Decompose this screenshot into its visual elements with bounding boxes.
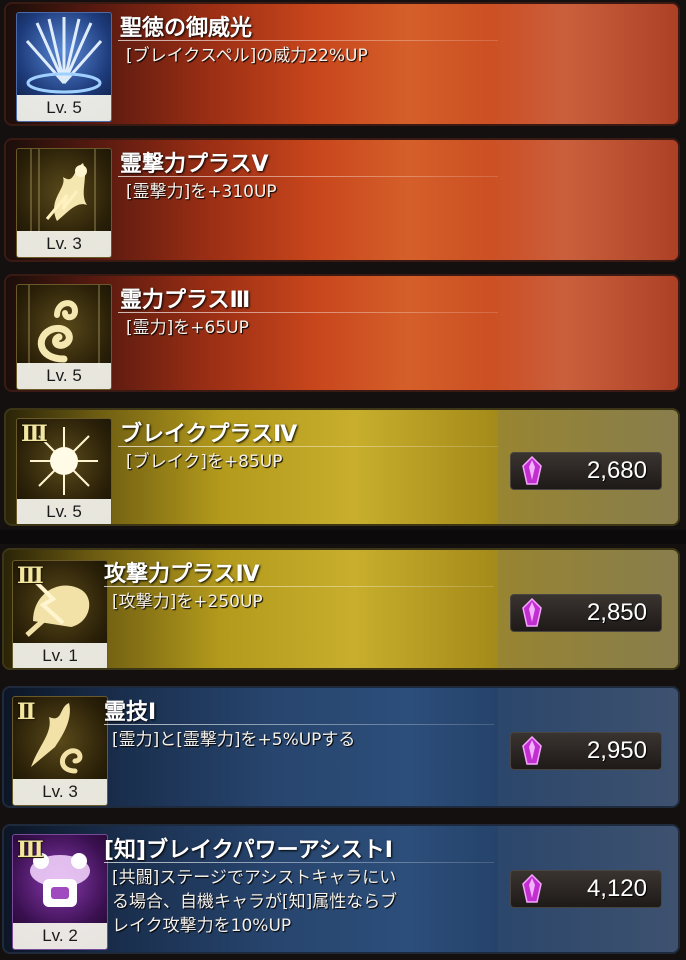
- cost-value: 2,680: [586, 457, 647, 484]
- cost-button[interactable]: 2,850: [510, 594, 662, 632]
- description-line: る場合、自機キャラが[知]属性ならブ: [112, 892, 398, 912]
- description-line: [攻撃力]を+250UP: [112, 592, 263, 612]
- skill-description: [共闘]ステージでアシストキャラにい る場合、自機キャラが[知]属性ならブ レイ…: [112, 866, 397, 938]
- skill-description: [霊力]と[霊撃力]を+5%UPする: [112, 728, 355, 752]
- spirit-swirl-icon: [28, 285, 100, 369]
- skill-title: [知]ブレイクパワーアシストⅠ: [104, 838, 393, 863]
- skill-description: [ブレイク]を+85UP: [126, 450, 283, 474]
- skill-description: [霊撃力]を+310UP: [126, 180, 277, 204]
- description-line: レイク攻撃力を10%UP: [112, 916, 292, 936]
- level-label: Lv. 5: [17, 95, 111, 121]
- cost-button[interactable]: 4,120: [510, 870, 662, 908]
- description-line: [霊撃力]を+310UP: [126, 182, 277, 202]
- skill-description: [攻撃力]を+250UP: [112, 590, 263, 614]
- rank-numeral: Ⅲ: [17, 837, 44, 863]
- description-line: [霊力]と[霊撃力]を+5%UPする: [112, 730, 356, 750]
- skill-row[interactable]: Ⅲ Lv. 5 ブレイクプラスⅣ [ブレイク]を+85UP 2,680: [4, 408, 680, 526]
- title-underline: [104, 586, 494, 587]
- skill-title: 霊技Ⅰ: [104, 700, 157, 725]
- title-underline: [118, 176, 498, 177]
- rank-numeral: Ⅲ: [21, 421, 48, 447]
- level-label: Lv. 5: [17, 363, 111, 389]
- description-line: [霊力]を+65UP: [126, 318, 249, 338]
- row-shine: [488, 140, 678, 260]
- skill-row[interactable]: Ⅲ Lv. 2 [知]ブレイクパワーアシストⅠ [共闘]ステージでアシストキャラ…: [2, 824, 680, 954]
- gem-icon: [522, 456, 542, 485]
- skill-title: 霊力プラスⅢ: [120, 288, 251, 313]
- description-line: [共闘]ステージでアシストキャラにい: [112, 868, 397, 888]
- title-underline: [104, 862, 494, 863]
- row-shine: [488, 4, 678, 124]
- gem-icon: [522, 736, 542, 765]
- skill-icon-frame: Lv. 5: [16, 12, 112, 122]
- divider: [0, 530, 686, 544]
- cost-value: 4,120: [586, 875, 647, 902]
- skill-title: ブレイクプラスⅣ: [120, 422, 298, 447]
- row-shine: [488, 276, 678, 390]
- skill-icon-frame: Ⅱ Lv. 3: [12, 696, 108, 806]
- level-label: Lv. 2: [13, 923, 107, 949]
- title-underline: [118, 40, 498, 41]
- description-line: [ブレイクスペル]の威力22%UP: [126, 46, 368, 66]
- cost-value: 2,950: [586, 737, 647, 764]
- skill-icon-frame: Ⅲ Lv. 2: [12, 834, 108, 950]
- skill-row[interactable]: Lv. 5 聖徳の御威光 [ブレイクスペル]の威力22%UP: [4, 2, 680, 126]
- cost-button[interactable]: 2,680: [510, 452, 662, 490]
- skill-row[interactable]: Ⅲ Lv. 1 攻撃力プラスⅣ [攻撃力]を+250UP 2,850: [2, 548, 680, 670]
- level-label: Lv. 1: [13, 643, 107, 668]
- title-underline: [104, 724, 494, 725]
- skill-icon-frame: Lv. 5: [16, 284, 112, 390]
- holy-light-rays-icon: [25, 17, 103, 94]
- skill-title: 聖徳の御威光: [120, 16, 253, 41]
- skill-icon-frame: Ⅲ Lv. 1: [12, 560, 108, 668]
- gem-icon: [522, 598, 542, 627]
- skill-title: 霊撃力プラスⅤ: [120, 152, 269, 177]
- skill-list: Lv. 5 聖徳の御威光 [ブレイクスペル]の威力22%UP Lv. 3 霊撃力…: [0, 0, 686, 960]
- spirit-strike-flame-icon: [30, 149, 96, 233]
- level-label: Lv. 5: [17, 499, 111, 524]
- cost-value: 2,850: [586, 599, 647, 626]
- cost-button[interactable]: 2,950: [510, 732, 662, 770]
- skill-row[interactable]: Lv. 3 霊撃力プラスⅤ [霊撃力]を+310UP: [4, 138, 680, 262]
- skill-icon-frame: Ⅲ Lv. 5: [16, 418, 112, 524]
- skill-description: [霊力]を+65UP: [126, 316, 249, 340]
- skill-row[interactable]: Ⅱ Lv. 3 霊技Ⅰ [霊力]と[霊撃力]を+5%UPする 2,950: [2, 686, 680, 808]
- skill-row[interactable]: Lv. 5 霊力プラスⅢ [霊力]を+65UP: [4, 274, 680, 392]
- skill-description: [ブレイクスペル]の威力22%UP: [126, 44, 368, 68]
- rank-numeral: Ⅲ: [17, 563, 44, 589]
- level-label: Lv. 3: [13, 779, 107, 805]
- title-underline: [118, 312, 498, 313]
- gem-icon: [522, 874, 542, 903]
- rank-numeral: Ⅱ: [17, 699, 35, 725]
- skill-icon-frame: Lv. 3: [16, 148, 112, 258]
- description-line: [ブレイク]を+85UP: [126, 452, 283, 472]
- title-underline: [118, 446, 498, 447]
- skill-title: 攻撃力プラスⅣ: [104, 562, 260, 587]
- level-label: Lv. 3: [17, 231, 111, 257]
